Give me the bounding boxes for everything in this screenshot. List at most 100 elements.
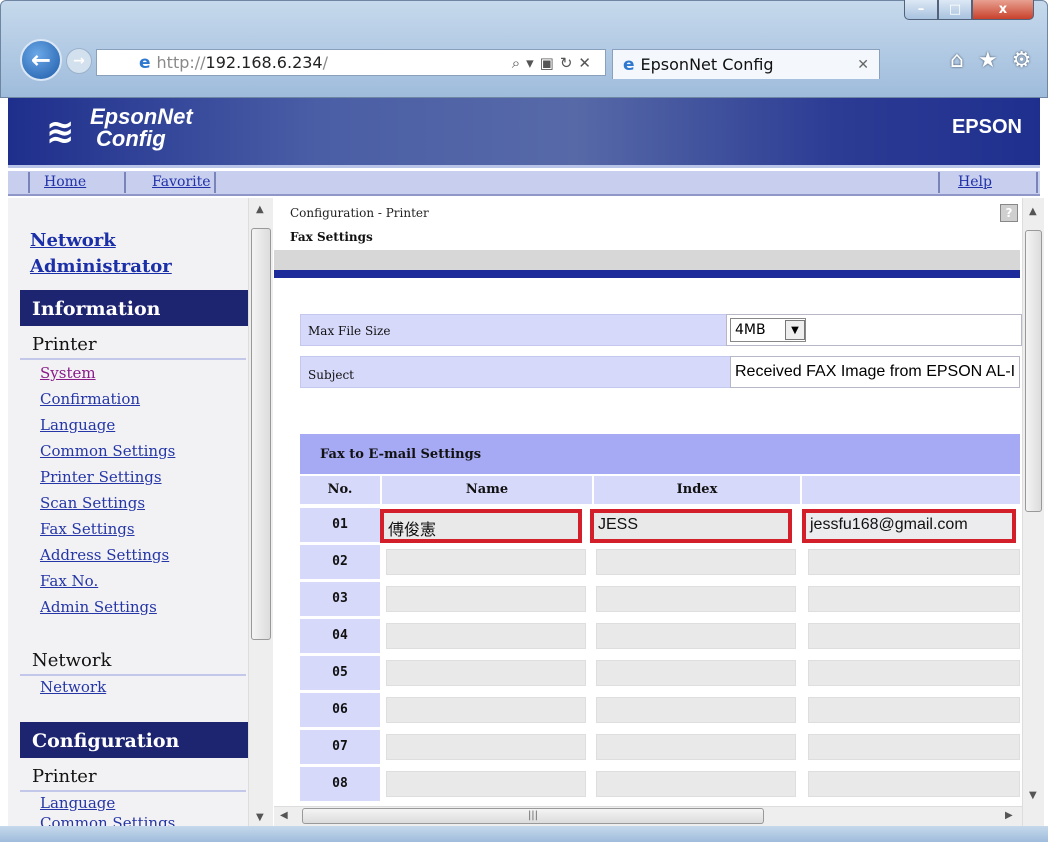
nav-home-link[interactable]: Home [44, 174, 86, 190]
fax-index-value [597, 550, 795, 553]
sidebar-link-info-7[interactable]: Address Settings [40, 546, 169, 564]
url-scheme: http:// [156, 53, 206, 72]
browser-toolbar-icons: ⌂ ★ ⚙ [950, 48, 1031, 73]
fax-name-value: 傅俊憲 [388, 522, 437, 539]
sidebar-link-info-8[interactable]: Fax No. [40, 572, 98, 590]
scroll-up-icon[interactable]: ▲ [256, 204, 264, 215]
home-icon[interactable]: ⌂ [950, 48, 964, 73]
fax-index-input[interactable] [596, 660, 796, 686]
forward-button[interactable]: → [66, 48, 92, 74]
fax-index-value [597, 698, 795, 701]
fax-index-input[interactable]: JESS [590, 509, 792, 543]
fax-email-input[interactable] [808, 549, 1020, 575]
configuration-header: Configuration [20, 722, 248, 758]
main-horizontal-thumb[interactable]: ||| [302, 808, 764, 824]
fax-email-value [809, 624, 1019, 627]
info-printer-group: Printer [32, 334, 97, 355]
nav-help-link[interactable]: Help [958, 174, 992, 190]
sidebar-link-info-1[interactable]: Confirmation [40, 390, 140, 408]
fax-name-input[interactable] [386, 734, 586, 760]
ie-page-icon: e [139, 52, 151, 73]
fax-index-input[interactable] [596, 623, 796, 649]
max-file-size-label: Max File Size [308, 324, 391, 338]
fax-name-input[interactable] [386, 549, 586, 575]
sidebar-link-info-3[interactable]: Common Settings [40, 442, 175, 460]
sidebar-link-info-9[interactable]: Admin Settings [40, 598, 157, 616]
sidebar-link-info-0[interactable]: System [40, 364, 96, 382]
dropdown-arrow-icon[interactable]: ▼ [785, 320, 805, 340]
max-file-size-value: 4MB [735, 322, 766, 338]
main-vertical-thumb[interactable] [1025, 230, 1042, 512]
fax-email-value [809, 587, 1019, 590]
sidebar-link-info-5[interactable]: Scan Settings [40, 494, 145, 512]
fax-row-number: 01 [300, 508, 380, 542]
ie-tab-icon: e [623, 54, 635, 75]
sidebar-link-network[interactable]: Network [40, 678, 106, 696]
tab-close-icon[interactable]: ✕ [857, 57, 869, 73]
close-button[interactable]: x [972, 0, 1034, 20]
fax-email-input[interactable] [808, 623, 1020, 649]
fax-name-input[interactable] [386, 623, 586, 649]
page-title: Fax Settings [290, 230, 373, 244]
fax-name-value [387, 735, 585, 738]
fax-name-value [387, 698, 585, 701]
fax-name-input[interactable]: 傅俊憲 [380, 509, 582, 543]
help-icon[interactable]: ? [1000, 204, 1018, 222]
sidebar-scroll-thumb[interactable] [251, 228, 271, 640]
scroll-up-icon[interactable]: ▲ [1029, 206, 1037, 217]
arrow-right-icon: → [73, 53, 85, 69]
address-tools-icons[interactable]: ⌕▾▣↻✕ [512, 54, 605, 72]
address-bar[interactable]: e http:// 192.168.6.234 / ⌕▾▣↻✕ [96, 49, 606, 76]
subject-input[interactable]: Received FAX Image from EPSON AL-I [730, 356, 1020, 388]
fax-name-input[interactable] [386, 771, 586, 797]
config-printer-group: Printer [32, 766, 97, 787]
fax-index-input[interactable] [596, 771, 796, 797]
back-button[interactable]: ← [20, 39, 62, 81]
fax-email-input[interactable] [808, 734, 1020, 760]
fax-email-input[interactable] [808, 697, 1020, 723]
fax-email-value: jessfu168@gmail.com [810, 516, 968, 533]
scroll-down-icon[interactable]: ▼ [1029, 790, 1037, 801]
favorites-star-icon[interactable]: ★ [978, 48, 998, 73]
sidebar-link-config-common[interactable]: Common Settings [40, 814, 175, 826]
fax-email-input[interactable] [808, 771, 1020, 797]
fax-email-value [809, 550, 1019, 553]
fax-email-value [809, 735, 1019, 738]
nav-favorite-link[interactable]: Favorite [152, 174, 211, 190]
sidebar-link-info-6[interactable]: Fax Settings [40, 520, 135, 538]
minimize-button[interactable]: – [904, 0, 938, 20]
fax-name-input[interactable] [386, 586, 586, 612]
fax-index-input[interactable] [596, 549, 796, 575]
fax-row-number: 08 [300, 767, 380, 801]
maximize-button[interactable]: □ [938, 0, 972, 20]
col-header-email [802, 476, 1020, 504]
fax-index-input[interactable] [596, 586, 796, 612]
fax-email-value [809, 698, 1019, 701]
max-file-size-select[interactable]: 4MB ▼ [730, 318, 806, 342]
fax-row-number: 04 [300, 619, 380, 653]
fax-email-input[interactable]: jessfu168@gmail.com [802, 509, 1016, 543]
scroll-right-icon[interactable]: ▶ [1005, 810, 1013, 821]
sidebar-link-config-language[interactable]: Language [40, 794, 115, 812]
fax-row-number: 06 [300, 693, 380, 727]
fax-email-input[interactable] [808, 586, 1020, 612]
fax-index-value: JESS [598, 516, 639, 533]
settings-gear-icon[interactable]: ⚙ [1012, 48, 1032, 73]
group-divider [20, 358, 246, 360]
fax-name-input[interactable] [386, 697, 586, 723]
scroll-left-icon[interactable]: ◀ [280, 810, 288, 821]
browser-tab[interactable]: e EpsonNet Config ✕ [612, 49, 880, 79]
sidebar-link-info-4[interactable]: Printer Settings [40, 468, 162, 486]
epsonnet-banner: ≋ EpsonNet Config EPSON [8, 98, 1040, 168]
fax-to-email-header: Fax to E-mail Settings [300, 434, 1020, 474]
fax-row-number: 05 [300, 656, 380, 690]
window-bottom-edge [0, 826, 1048, 842]
fax-index-input[interactable] [596, 697, 796, 723]
sidebar-link-info-2[interactable]: Language [40, 416, 115, 434]
tab-title: EpsonNet Config [640, 55, 774, 74]
scroll-down-icon[interactable]: ▼ [256, 812, 264, 823]
network-administrator-link[interactable]: Network Administrator [30, 228, 172, 280]
fax-email-input[interactable] [808, 660, 1020, 686]
fax-name-input[interactable] [386, 660, 586, 686]
fax-index-input[interactable] [596, 734, 796, 760]
